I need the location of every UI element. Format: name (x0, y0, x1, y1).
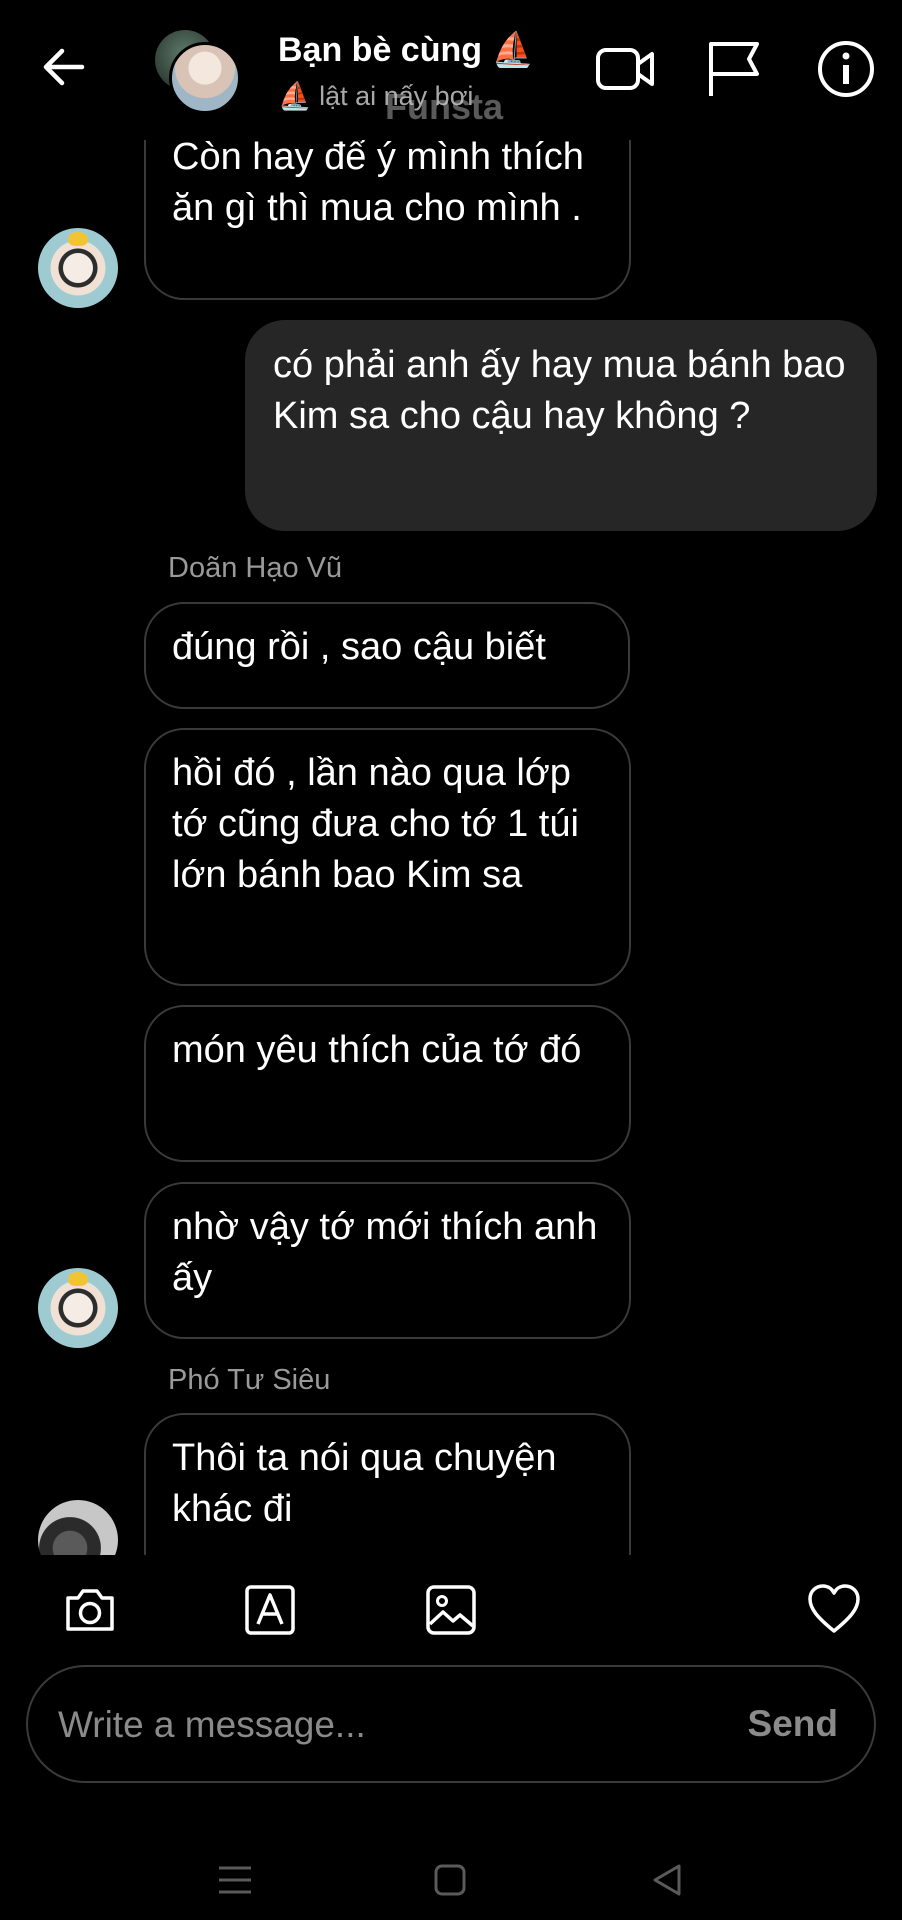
message-bubble[interactable]: hồi đó , lần nào qua lớp tớ cũng đưa cho… (144, 728, 631, 986)
message-bubble[interactable]: nhờ vậy tớ mới thích anh ấy (144, 1182, 631, 1339)
group-avatar[interactable] (155, 30, 245, 120)
avatar[interactable] (38, 1268, 118, 1348)
message-bubble[interactable]: Thôi ta nói qua chuyện khác đi (144, 1413, 631, 1555)
sender-name: Phó Tư Siêu (168, 1364, 331, 1396)
message-input[interactable] (58, 1691, 698, 1759)
message-bubble[interactable]: món yêu thích của tớ đó (144, 1005, 631, 1162)
message-list[interactable]: Còn hay để ý mình thích ăn gì thì mua ch… (0, 130, 902, 1555)
member-avatar-front (169, 42, 241, 114)
send-button[interactable]: Send (748, 1703, 838, 1745)
flag-icon[interactable] (703, 38, 765, 100)
gallery-icon[interactable] (423, 1582, 479, 1638)
text-sticker-icon[interactable] (242, 1582, 298, 1638)
back-arrow-icon[interactable] (38, 42, 88, 92)
info-icon[interactable] (815, 38, 877, 100)
watermark: Funsta (385, 86, 504, 127)
message-bubble-sent[interactable]: có phải anh ấy hay mua bánh bao Kim sa c… (245, 320, 877, 531)
menu-icon[interactable] (213, 1858, 257, 1902)
back-triangle-icon[interactable] (645, 1858, 689, 1902)
avatar[interactable] (38, 1500, 118, 1555)
camera-icon[interactable] (62, 1582, 118, 1638)
avatar[interactable] (38, 228, 118, 308)
conversation-title[interactable]: Bạn bè cùng ⛵ (278, 30, 534, 70)
chat-header: Bạn bè cùng ⛵ ⛵ lật ai nấy bơi Funsta (0, 0, 902, 140)
message-composer: Send (26, 1665, 876, 1783)
video-call-icon[interactable] (594, 38, 656, 100)
message-bubble[interactable]: đúng rồi , sao cậu biết (144, 602, 630, 709)
sender-name: Doãn Hạo Vũ (168, 552, 343, 584)
system-navigation-bar (0, 1840, 902, 1920)
heart-icon[interactable] (806, 1582, 862, 1638)
message-bubble[interactable]: Còn hay để ý mình thích ăn gì thì mua ch… (144, 130, 631, 300)
home-icon[interactable] (428, 1858, 472, 1902)
